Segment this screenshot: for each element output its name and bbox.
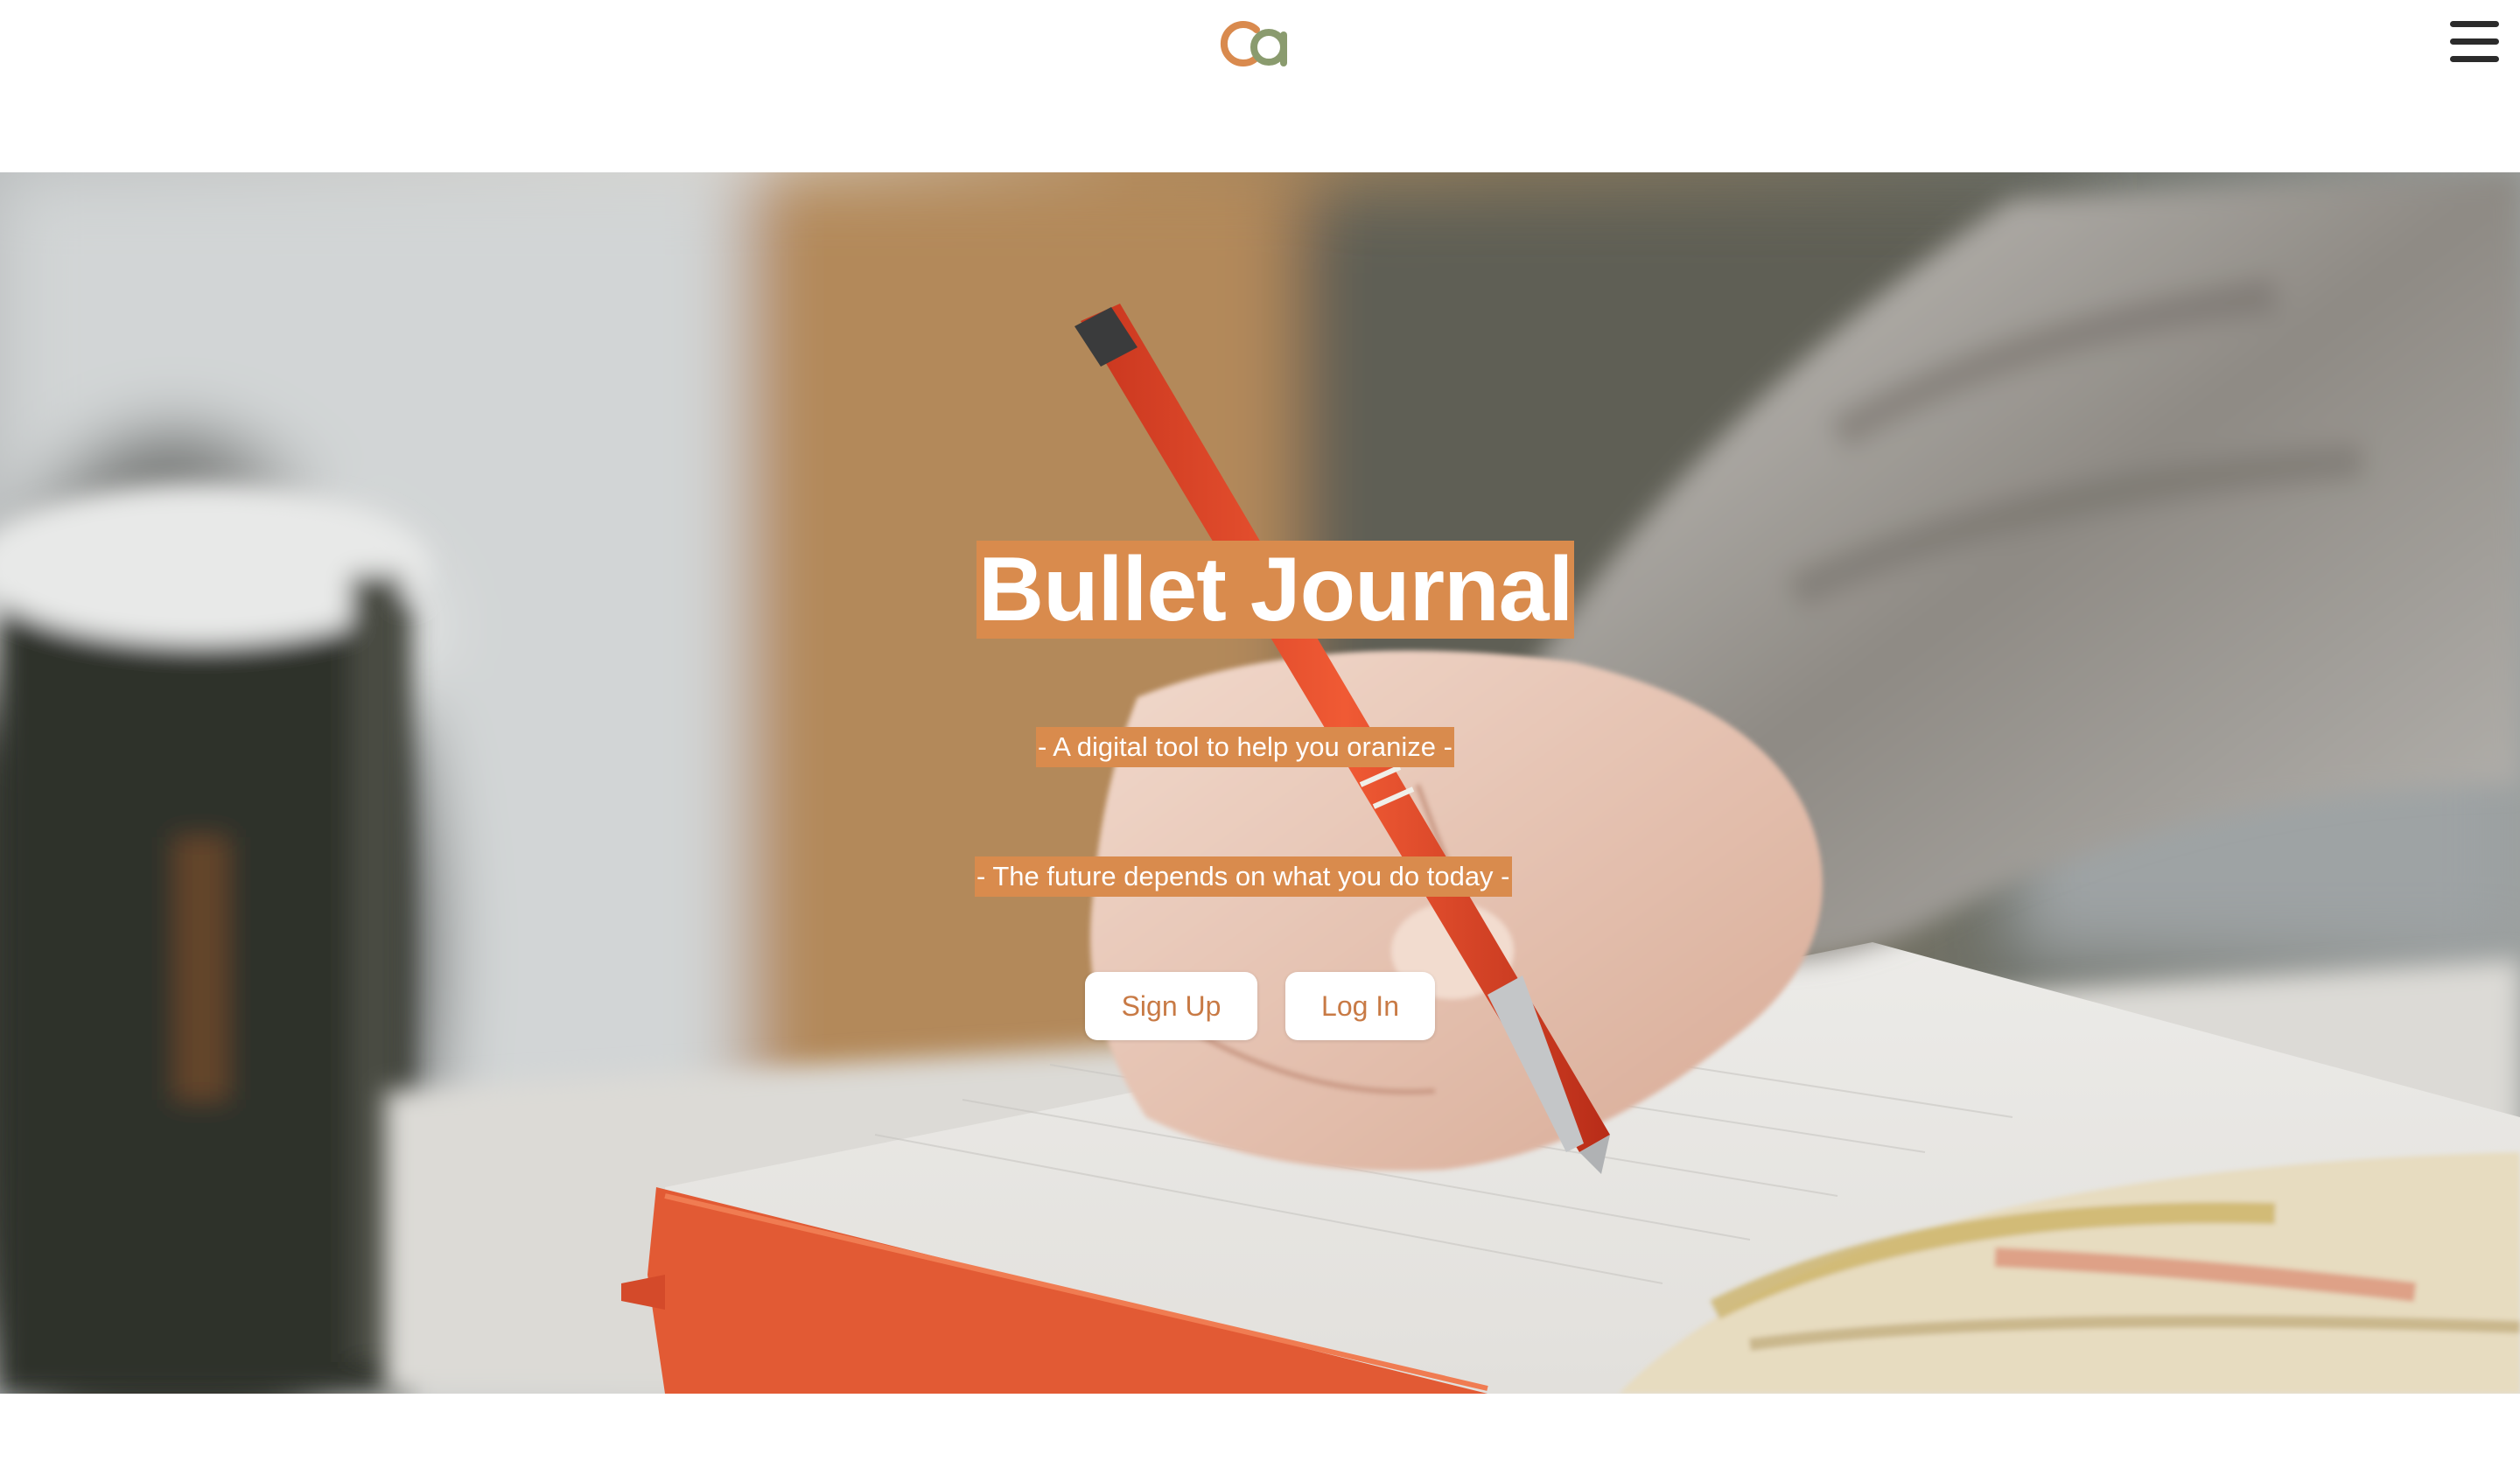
log-in-button[interactable]: Log In: [1285, 972, 1435, 1040]
page: Bullet Journal - A digital tool to help …: [0, 0, 2520, 1482]
sign-up-button[interactable]: Sign Up: [1085, 972, 1257, 1040]
hero-tagline-2: - The future depends on what you do toda…: [975, 856, 1512, 897]
hero-title: Bullet Journal: [976, 539, 1575, 640]
hero-section: Bullet Journal - A digital tool to help …: [0, 172, 2520, 1394]
page-bottom-area: [0, 1394, 2520, 1482]
logo-icon[interactable]: [1216, 12, 1304, 70]
menu-bar: [2450, 38, 2499, 45]
hero-background-image: [0, 172, 2520, 1394]
hero-tagline-1: - A digital tool to help you oranize -: [1036, 727, 1454, 767]
menu-bar: [2450, 21, 2499, 27]
site-header: [0, 0, 2520, 172]
menu-bar: [2450, 56, 2499, 62]
hamburger-menu-icon[interactable]: [2446, 16, 2502, 68]
